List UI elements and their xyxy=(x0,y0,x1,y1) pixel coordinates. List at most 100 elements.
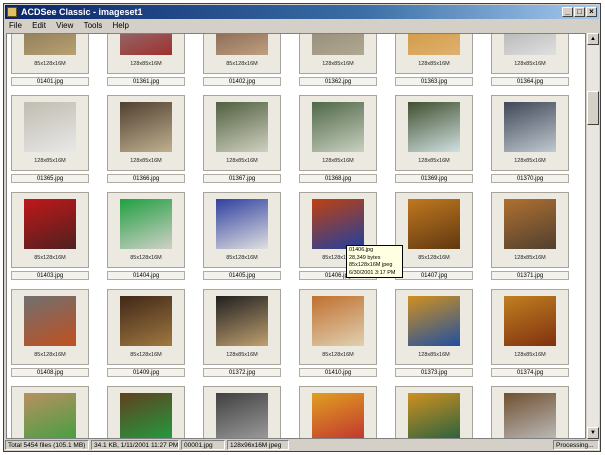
thumbnail-image[interactable] xyxy=(504,393,556,438)
thumbnail-image[interactable] xyxy=(408,34,460,55)
thumbnail-tile[interactable]: 128x85x16M xyxy=(203,289,281,365)
thumbnail-filename[interactable]: 01405.jpg xyxy=(203,271,281,280)
thumbnail-filename[interactable]: 01361.jpg xyxy=(107,77,185,86)
thumbnail-image[interactable] xyxy=(312,102,364,152)
thumbnail-tile[interactable]: 85x128x16M xyxy=(107,192,185,268)
thumbnail-image[interactable] xyxy=(24,34,76,55)
menu-help[interactable]: Help xyxy=(113,21,129,30)
menu-edit[interactable]: Edit xyxy=(32,21,46,30)
tooltip-size: 28,349 bytes xyxy=(349,254,381,261)
thumbnail-tile[interactable]: 128x85x16M xyxy=(395,34,473,74)
thumbnail-image[interactable] xyxy=(24,393,76,438)
scroll-thumb[interactable] xyxy=(587,91,599,125)
thumbnail-image[interactable] xyxy=(504,102,556,152)
thumbnail-filename[interactable]: 01404.jpg xyxy=(107,271,185,280)
thumbnail-tile[interactable]: 85x128x16M xyxy=(11,34,89,74)
thumbnail-tile[interactable]: 128x85x16M xyxy=(395,289,473,365)
thumbnail-image[interactable] xyxy=(120,34,172,55)
thumbnail-tile[interactable]: 85x128x16M xyxy=(203,34,281,74)
thumbnail-image[interactable] xyxy=(504,34,556,55)
thumbnail-filename[interactable]: 01408.jpg xyxy=(11,368,89,377)
thumbnail-tile[interactable]: 85x128x16M xyxy=(299,289,377,365)
title-bar[interactable]: ACDSee Classic - imageset1 _ □ × xyxy=(5,5,599,19)
thumbnail-image[interactable] xyxy=(504,296,556,346)
thumbnail-filename[interactable]: 01365.jpg xyxy=(11,174,89,183)
thumbnail-filename[interactable]: 01374.jpg xyxy=(491,368,569,377)
thumbnail-image[interactable] xyxy=(216,102,268,152)
thumbnail-tile[interactable]: 128x85x16M xyxy=(491,192,569,268)
thumbnail-tile[interactable] xyxy=(299,386,377,438)
thumbnail-tile[interactable]: 128x85x16M xyxy=(491,289,569,365)
thumbnail-filename[interactable]: 01367.jpg xyxy=(203,174,281,183)
thumbnail-filename[interactable]: 01368.jpg xyxy=(299,174,377,183)
thumbnail-tile[interactable]: 85x128x16M xyxy=(11,289,89,365)
thumbnail-filename[interactable]: 01370.jpg xyxy=(491,174,569,183)
scroll-up-icon[interactable]: ▲ xyxy=(587,33,599,45)
thumbnail-image[interactable] xyxy=(216,34,268,55)
thumbnail-image[interactable] xyxy=(216,199,268,249)
thumbnail-image[interactable] xyxy=(408,199,460,249)
thumbnail-image[interactable] xyxy=(120,296,172,346)
tooltip-format: 85x128x16M jpeg xyxy=(349,262,393,268)
thumbnail-filename[interactable]: 01407.jpg xyxy=(395,271,473,280)
thumbnail-tile[interactable]: 85x128x16M xyxy=(11,192,89,268)
thumbnail-filename[interactable]: 01403.jpg xyxy=(11,271,89,280)
thumbnail-image[interactable] xyxy=(312,34,364,55)
thumbnail-image[interactable] xyxy=(120,393,172,438)
thumbnail-image[interactable] xyxy=(216,393,268,438)
menu-file[interactable]: File xyxy=(9,21,22,30)
thumbnail-tile[interactable]: 128x85x16M xyxy=(299,34,377,74)
thumbnail-dimensions: 128x85x16M xyxy=(514,61,546,67)
thumbnail-filename[interactable]: 01401.jpg xyxy=(11,77,89,86)
close-button[interactable]: × xyxy=(586,7,597,17)
thumbnail-tile[interactable]: 128x85x16M xyxy=(395,95,473,171)
thumbnail-filename[interactable]: 01362.jpg xyxy=(299,77,377,86)
thumbnail-filename[interactable]: 01366.jpg xyxy=(107,174,185,183)
thumbnail-tile[interactable] xyxy=(11,386,89,438)
vertical-scrollbar[interactable]: ▲ ▼ xyxy=(587,33,599,439)
thumbnail-image[interactable] xyxy=(120,199,172,249)
thumbnail-tile[interactable] xyxy=(491,386,569,438)
thumbnail-tile[interactable]: 128x85x16M xyxy=(11,95,89,171)
thumbnail-tile[interactable]: 85x128x16M xyxy=(395,192,473,268)
menu-view[interactable]: View xyxy=(56,21,73,30)
thumbnail-image[interactable] xyxy=(504,199,556,249)
thumbnail-image[interactable] xyxy=(24,199,76,249)
thumbnail-filename[interactable]: 01373.jpg xyxy=(395,368,473,377)
thumbnail-dimensions: 128x85x16M xyxy=(34,158,66,164)
menu-tools[interactable]: Tools xyxy=(84,21,103,30)
thumbnail-image[interactable] xyxy=(408,393,460,438)
thumbnail-filename[interactable]: 01369.jpg xyxy=(395,174,473,183)
thumbnail-filename[interactable]: 01410.jpg xyxy=(299,368,377,377)
thumbnail-filename[interactable]: 01402.jpg xyxy=(203,77,281,86)
thumbnail-image[interactable] xyxy=(216,296,268,346)
thumbnail-filename[interactable]: 01364.jpg xyxy=(491,77,569,86)
thumbnail-image[interactable] xyxy=(24,102,76,152)
thumbnail-filename[interactable]: 01371.jpg xyxy=(491,271,569,280)
thumbnail-tile[interactable]: 128x85x16M xyxy=(491,34,569,74)
thumbnail-image[interactable] xyxy=(408,296,460,346)
thumbnail-tile[interactable]: 128x85x16M xyxy=(203,95,281,171)
minimize-button[interactable]: _ xyxy=(562,7,573,17)
thumbnail-image[interactable] xyxy=(120,102,172,152)
thumbnail-filename[interactable]: 01363.jpg xyxy=(395,77,473,86)
thumbnail-dimensions: 85x128x16M xyxy=(130,352,162,358)
thumbnail-image[interactable] xyxy=(312,296,364,346)
thumbnail-tile[interactable] xyxy=(107,386,185,438)
thumbnail-image[interactable] xyxy=(312,393,364,438)
thumbnail-tile[interactable]: 85x128x16M xyxy=(107,289,185,365)
thumbnail-image[interactable] xyxy=(24,296,76,346)
thumbnail-tile[interactable]: 128x85x16M xyxy=(491,95,569,171)
thumbnail-tile[interactable]: 128x85x16M xyxy=(299,95,377,171)
thumbnail-image[interactable] xyxy=(312,199,364,249)
maximize-button[interactable]: □ xyxy=(574,7,585,17)
thumbnail-filename[interactable]: 01372.jpg xyxy=(203,368,281,377)
thumbnail-tile[interactable]: 128x85x16M xyxy=(107,34,185,74)
thumbnail-tile[interactable] xyxy=(203,386,281,438)
thumbnail-tile[interactable]: 128x85x16M xyxy=(107,95,185,171)
thumbnail-filename[interactable]: 01409.jpg xyxy=(107,368,185,377)
thumbnail-tile[interactable] xyxy=(395,386,473,438)
thumbnail-tile[interactable]: 85x128x16M xyxy=(203,192,281,268)
thumbnail-image[interactable] xyxy=(408,102,460,152)
scroll-down-icon[interactable]: ▼ xyxy=(587,427,599,439)
